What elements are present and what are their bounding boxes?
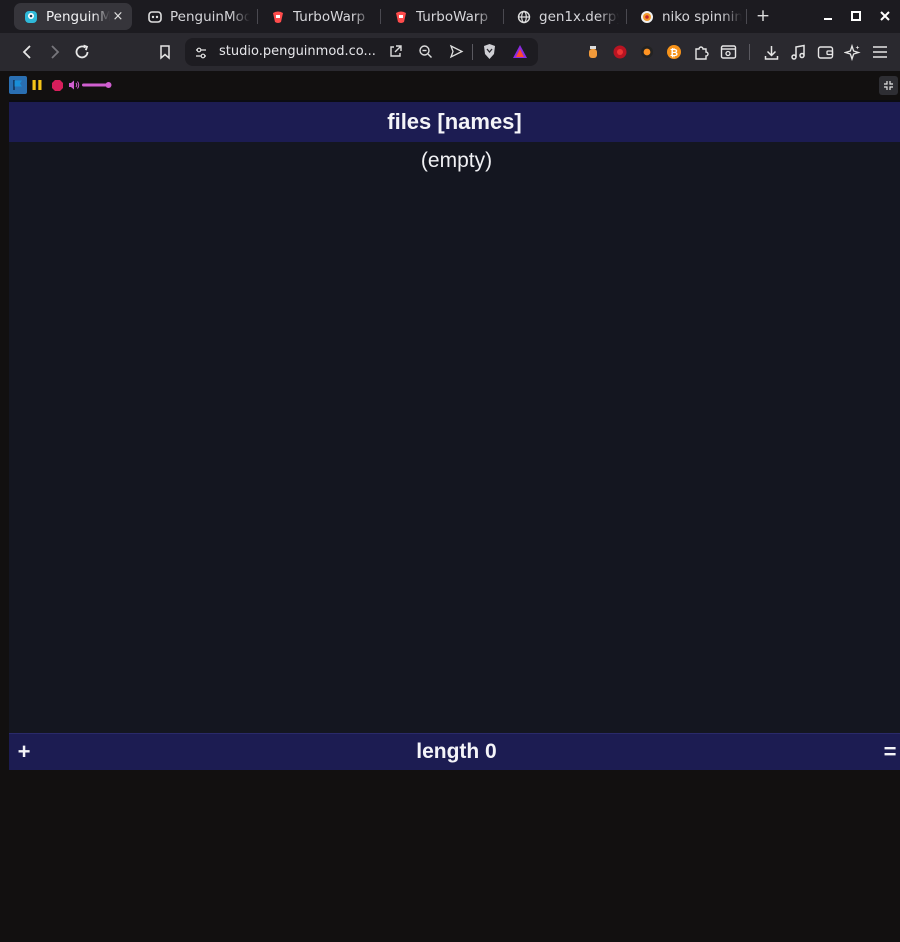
new-tab-button[interactable]: + [755, 6, 771, 26]
stop-icon[interactable] [50, 78, 64, 92]
toolbar-separator [749, 44, 750, 60]
list-header: files [names] [9, 102, 900, 142]
niko-icon [640, 10, 654, 24]
maximize-icon[interactable] [848, 8, 864, 24]
list-footer: length 0 + = [9, 734, 900, 770]
volume-icon[interactable] [68, 79, 80, 91]
extension-record-icon[interactable] [610, 42, 630, 62]
brave-shields-icon[interactable] [482, 43, 497, 64]
tab-penguinmod-active[interactable]: PenguinMod × [14, 3, 132, 30]
browser-tab-strip: PenguinMod × PenguinMod TurboWarp TurboW… [0, 0, 900, 33]
wallet-icon[interactable] [815, 42, 835, 62]
fullscreen-exit-icon[interactable] [879, 76, 898, 95]
address-bar-separator [472, 44, 473, 60]
address-bar[interactable]: studio.penguinmod.co... [185, 38, 538, 66]
tab-turbowarp[interactable]: TurboWarp [261, 3, 373, 30]
tab-title: gen1x.derpy [539, 8, 619, 25]
resize-handle-button[interactable]: = [880, 738, 900, 766]
pause-icon[interactable] [31, 78, 43, 92]
tab-penguinmod[interactable]: PenguinMod [138, 3, 250, 30]
volume-slider[interactable] [82, 82, 112, 88]
send-icon[interactable] [449, 44, 464, 63]
close-tab-icon[interactable]: × [110, 9, 126, 24]
tab-gen1x[interactable]: gen1x.derpy [507, 3, 619, 30]
back-icon[interactable] [18, 42, 38, 62]
zoom-out-icon[interactable] [418, 44, 433, 63]
tab-title: niko spinning [662, 8, 742, 25]
tab-title: PenguinMod [46, 8, 110, 25]
menu-hamburger-icon[interactable] [870, 42, 890, 62]
forward-icon[interactable] [44, 42, 64, 62]
reader-mode-icon[interactable] [718, 42, 738, 62]
close-window-icon[interactable] [877, 8, 893, 24]
turbowarp-icon [394, 10, 408, 24]
tab-niko-spinning[interactable]: niko spinning [630, 3, 742, 30]
turbowarp-icon [271, 10, 285, 24]
brave-rewards-icon[interactable] [512, 44, 528, 63]
browser-toolbar: studio.penguinmod.co... ₿ [0, 33, 900, 71]
green-flag-icon[interactable] [9, 76, 27, 94]
extension-bottle-icon[interactable] [583, 42, 603, 62]
extension-dot-icon[interactable] [637, 42, 657, 62]
tab-separator [746, 9, 747, 24]
download-icon[interactable] [761, 42, 781, 62]
url-text: studio.penguinmod.co... [219, 44, 376, 59]
stage: files [names] (empty) length 0 + = [9, 100, 900, 770]
tab-turbowarp-2[interactable]: TurboWarp [384, 3, 496, 30]
reload-icon[interactable] [72, 42, 92, 62]
add-item-button[interactable]: + [14, 738, 34, 766]
tab-title: TurboWarp [416, 8, 489, 25]
bookmark-icon[interactable] [155, 42, 175, 62]
leo-ai-icon[interactable] [842, 42, 862, 62]
media-music-icon[interactable] [788, 42, 808, 62]
empty-list-label: (empty) [420, 149, 493, 172]
svg-text:₿: ₿ [670, 47, 678, 59]
penguinmod-robot-icon [148, 10, 162, 24]
tab-separator [257, 9, 258, 24]
list-length-label: length 0 [416, 740, 497, 763]
tab-separator [503, 9, 504, 24]
penguinmod-icon [24, 10, 38, 24]
extension-bitcoin-icon[interactable]: ₿ [664, 42, 684, 62]
open-external-icon[interactable] [388, 44, 403, 63]
tab-title: TurboWarp [293, 8, 366, 25]
site-settings-icon[interactable] [194, 45, 208, 64]
tab-separator [380, 9, 381, 24]
stage-controls-bar [0, 71, 900, 100]
list-title: files [names] [387, 109, 522, 134]
minimize-icon[interactable] [820, 8, 836, 24]
tab-separator [626, 9, 627, 24]
globe-icon [517, 10, 531, 24]
extensions-puzzle-icon[interactable] [691, 42, 711, 62]
tab-title: PenguinMod [170, 8, 250, 25]
